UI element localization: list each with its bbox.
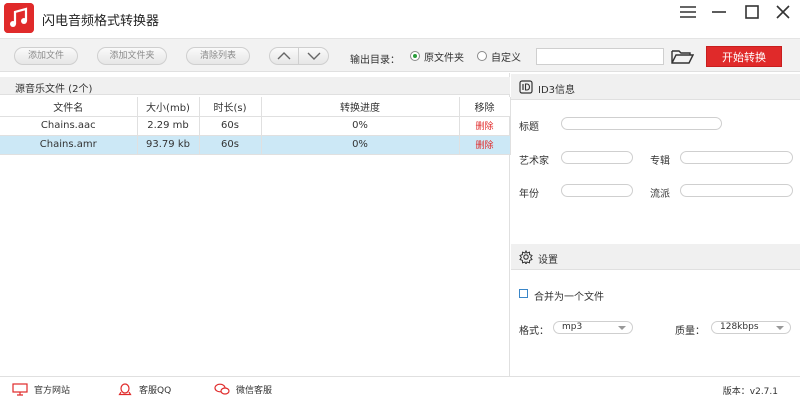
toolbar: 添加文件 添加文件夹 清除列表 输出目录： 原文件夹 自定义 开始转换 bbox=[0, 38, 800, 72]
radio-custom-label: 自定义 bbox=[491, 52, 521, 64]
output-path-input[interactable] bbox=[536, 48, 664, 65]
title-bar: 闪电音频格式转换器 bbox=[0, 0, 800, 38]
table-row[interactable]: Chains.aac 2.29 mb 60s 0% 删除 bbox=[0, 116, 511, 136]
chevron-down-icon bbox=[307, 52, 320, 60]
minimize-icon[interactable] bbox=[708, 4, 730, 20]
music-note-logo-icon bbox=[4, 3, 34, 33]
file-name-cell: Chains.aac bbox=[0, 116, 138, 136]
start-convert-button[interactable]: 开始转换 bbox=[706, 46, 782, 67]
version-label: 版本：v2.7.1 bbox=[722, 387, 778, 397]
quality-select[interactable]: 128kbps bbox=[711, 321, 791, 334]
file-name-cell: Chains.amr bbox=[0, 135, 138, 155]
column-header-filename[interactable]: 文件名 bbox=[0, 97, 138, 117]
format-label: 格式： bbox=[519, 326, 549, 337]
id-card-icon bbox=[519, 80, 533, 94]
column-header-duration[interactable]: 时长(s) bbox=[199, 97, 262, 117]
radio-original-label: 原文件夹 bbox=[424, 52, 464, 64]
qq-label: 客服QQ bbox=[139, 385, 172, 396]
column-header-progress[interactable]: 转换进度 bbox=[261, 97, 460, 117]
add-folder-button[interactable]: 添加文件夹 bbox=[97, 47, 167, 65]
caret-down-icon bbox=[776, 326, 784, 330]
wechat-icon bbox=[214, 383, 230, 395]
qq-penguin-icon bbox=[118, 382, 132, 395]
title-label: 标题 bbox=[519, 122, 539, 133]
file-size-cell: 93.79 kb bbox=[137, 135, 200, 155]
radio-custom-indicator[interactable] bbox=[477, 51, 487, 61]
quality-value: 128kbps bbox=[720, 322, 759, 332]
settings-section-title: 设置 bbox=[538, 255, 558, 266]
year-label: 年份 bbox=[519, 189, 539, 200]
column-header-size[interactable]: 大小(mb) bbox=[137, 97, 200, 117]
file-size-cell: 2.29 mb bbox=[137, 116, 200, 136]
artist-label: 艺术家 bbox=[519, 156, 549, 167]
file-list-panel: 源音乐文件 (2个) 文件名 大小(mb) 时长(s) 转换进度 移除 Chai… bbox=[0, 73, 511, 376]
radio-original-folder[interactable]: 原文件夹 bbox=[410, 49, 464, 64]
column-header-remove[interactable]: 移除 bbox=[459, 97, 511, 117]
file-list-title: 源音乐文件 (2个) bbox=[15, 84, 93, 95]
delete-link[interactable]: 删除 bbox=[459, 135, 511, 155]
genre-label: 流派 bbox=[650, 189, 670, 200]
maximize-icon[interactable] bbox=[741, 4, 763, 20]
format-value: mp3 bbox=[562, 322, 583, 332]
chevron-up-icon bbox=[277, 52, 291, 60]
website-label: 官方网站 bbox=[34, 385, 71, 396]
radio-custom-folder[interactable]: 自定义 bbox=[477, 49, 521, 64]
artist-field[interactable] bbox=[561, 151, 633, 164]
folder-browse-icon[interactable] bbox=[670, 47, 695, 65]
file-progress-cell: 0% bbox=[261, 116, 460, 136]
year-field[interactable] bbox=[561, 184, 633, 197]
radio-original-indicator[interactable] bbox=[410, 51, 420, 61]
table-header-row: 文件名 大小(mb) 时长(s) 转换进度 移除 bbox=[0, 97, 511, 117]
clear-list-button[interactable]: 清除列表 bbox=[186, 47, 250, 65]
delete-link[interactable]: 删除 bbox=[459, 116, 511, 136]
add-file-button[interactable]: 添加文件 bbox=[14, 47, 78, 65]
output-dir-label: 输出目录： bbox=[350, 55, 400, 66]
file-progress-cell: 0% bbox=[261, 135, 460, 155]
genre-field[interactable] bbox=[680, 184, 793, 197]
qq-link[interactable]: 客服QQ bbox=[117, 382, 171, 396]
merge-label: 合并为一个文件 bbox=[534, 292, 604, 303]
title-field[interactable] bbox=[561, 117, 722, 130]
id3-section-header: ID3信息 bbox=[511, 74, 800, 100]
move-up-button[interactable] bbox=[269, 47, 299, 65]
id3-section-title: ID3信息 bbox=[538, 85, 576, 96]
status-bar: 官方网站 客服QQ 微信客服 版本：v2.7.1 bbox=[0, 376, 800, 400]
format-select[interactable]: mp3 bbox=[553, 321, 633, 334]
app-title: 闪电音频格式转换器 bbox=[42, 14, 160, 29]
file-list-header: 源音乐文件 (2个) bbox=[0, 77, 510, 95]
settings-section-header: 设置 bbox=[511, 244, 800, 270]
album-label: 专辑 bbox=[650, 156, 670, 167]
file-duration-cell: 60s bbox=[199, 135, 262, 155]
menu-icon[interactable] bbox=[677, 4, 699, 20]
gear-icon bbox=[519, 250, 533, 264]
merge-checkbox[interactable] bbox=[519, 289, 528, 298]
table-row[interactable]: Chains.amr 93.79 kb 60s 0% 删除 bbox=[0, 135, 511, 155]
file-duration-cell: 60s bbox=[199, 116, 262, 136]
album-field[interactable] bbox=[680, 151, 793, 164]
website-link[interactable]: 官方网站 bbox=[12, 382, 70, 396]
wechat-link[interactable]: 微信客服 bbox=[214, 382, 272, 396]
caret-down-icon bbox=[618, 326, 626, 330]
monitor-icon bbox=[12, 382, 28, 396]
close-icon[interactable] bbox=[772, 4, 794, 20]
quality-label: 质量： bbox=[675, 326, 705, 337]
info-panel: ID3信息 标题 艺术家 专辑 年份 流派 设置 合并为一个文件 格式： mp3… bbox=[511, 73, 800, 376]
file-table: 文件名 大小(mb) 时长(s) 转换进度 移除 Chains.aac 2.29… bbox=[0, 97, 511, 155]
wechat-label: 微信客服 bbox=[236, 385, 273, 396]
move-down-button[interactable] bbox=[299, 47, 329, 65]
